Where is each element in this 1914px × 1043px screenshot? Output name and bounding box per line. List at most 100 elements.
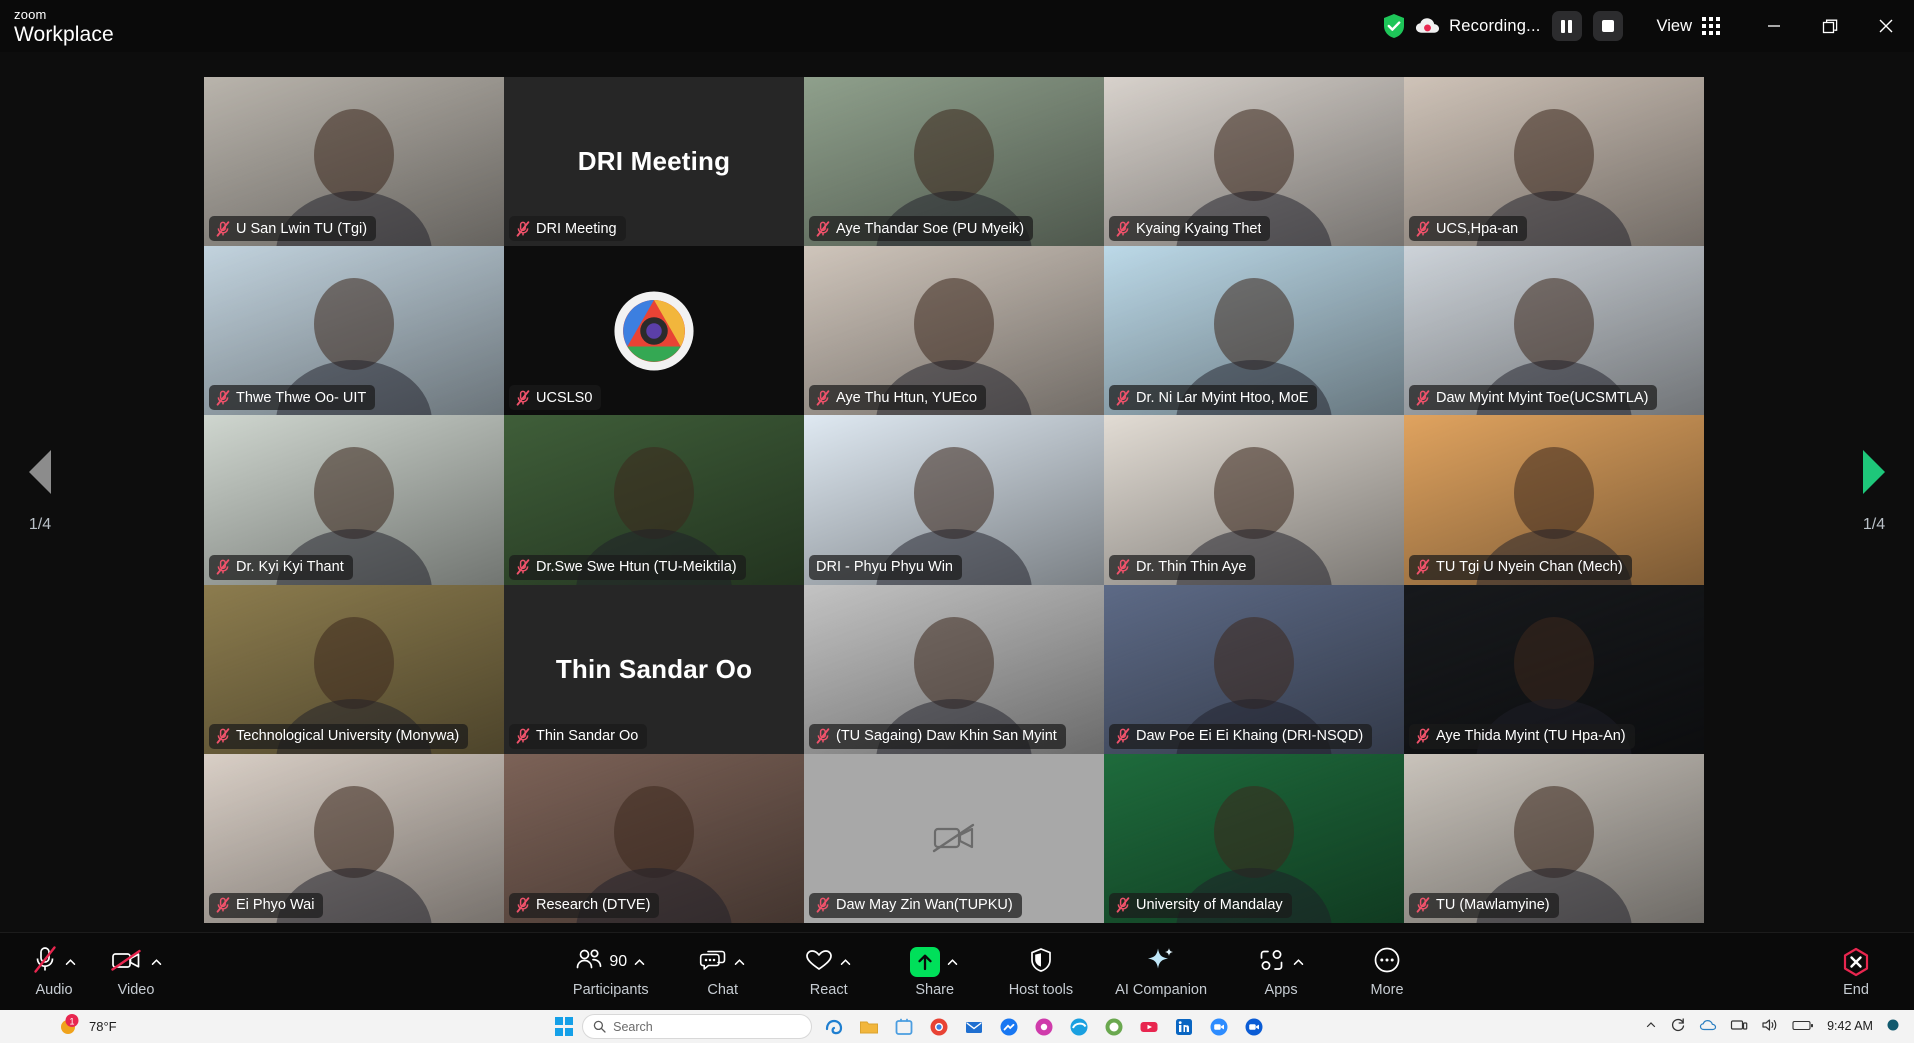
brand-zoom: zoom: [14, 6, 47, 22]
participant-tile[interactable]: Dr. Kyi Kyi Thant: [204, 415, 504, 585]
taskbar-app-copilot[interactable]: [821, 1014, 847, 1040]
participant-name-badge: (TU Sagaing) Daw Khin San Myint: [809, 723, 1066, 749]
taskbar-app-chrome[interactable]: [926, 1014, 952, 1040]
participant-tile[interactable]: UCS,Hpa-an: [1404, 77, 1704, 247]
page-indicator-left: 1/4: [28, 516, 52, 533]
microphone-muted-icon: [816, 728, 830, 744]
view-button[interactable]: View: [1653, 17, 1724, 36]
participant-name: Research (DTVE): [536, 897, 651, 914]
participant-name: Technological University (Monywa): [236, 728, 460, 745]
chat-button[interactable]: Chat: [691, 933, 755, 1011]
participant-tile[interactable]: Research (DTVE): [504, 753, 804, 923]
audio-options-caret-icon[interactable]: [64, 956, 77, 969]
participant-tile[interactable]: Ei Phyo Wai: [204, 753, 504, 923]
onedrive-icon[interactable]: [1699, 1018, 1717, 1035]
chevron-up-icon[interactable]: [1645, 1019, 1657, 1034]
refresh-icon[interactable]: [1670, 1017, 1686, 1036]
clock-time: 9:42 AM: [1827, 1019, 1873, 1034]
participant-tile[interactable]: DRI - Phyu Phyu Win: [804, 415, 1104, 585]
weather-widget[interactable]: 1 78°F: [58, 1013, 117, 1040]
react-label: React: [809, 982, 848, 999]
heart-icon: [805, 948, 833, 977]
react-button[interactable]: React: [797, 933, 861, 1011]
participant-tile[interactable]: Daw May Zin Wan(TUPKU): [804, 753, 1104, 923]
stop-recording-button[interactable]: [1592, 11, 1623, 41]
participant-tile[interactable]: Daw Poe Ei Ei Khaing (DRI-NSQD): [1104, 584, 1404, 754]
participant-tile[interactable]: Aye Thu Htun, YUEco: [804, 246, 1104, 416]
react-caret-icon[interactable]: [839, 956, 852, 969]
previous-page-control[interactable]: 1/4: [0, 52, 80, 932]
chat-caret-icon[interactable]: [733, 956, 746, 969]
participant-tile[interactable]: Dr. Ni Lar Myint Htoo, MoE: [1104, 246, 1404, 416]
participant-tile[interactable]: Technological University (Monywa): [204, 584, 504, 754]
participant-tile[interactable]: U San Lwin TU (Tgi): [204, 77, 504, 247]
taskbar-app-store[interactable]: [891, 1014, 917, 1040]
participant-tile[interactable]: Aye Thandar Soe (PU Myeik): [804, 77, 1104, 247]
microphone-muted-icon: [516, 728, 530, 744]
participant-tile[interactable]: (TU Sagaing) Daw Khin San Myint: [804, 584, 1104, 754]
apps-button[interactable]: Apps: [1249, 933, 1313, 1011]
participant-tile[interactable]: Thin Sandar Oo Thin Sandar Oo: [504, 584, 804, 754]
battery-icon[interactable]: [1792, 1019, 1814, 1035]
taskbar-app-zoom-alt[interactable]: [1101, 1014, 1127, 1040]
share-caret-icon[interactable]: [946, 956, 959, 969]
taskbar-app-edge[interactable]: [1066, 1014, 1092, 1040]
participant-tile[interactable]: Aye Thida Myint (TU Hpa-An): [1404, 584, 1704, 754]
camera-muted-icon: [110, 947, 144, 978]
share-screen-button[interactable]: Share: [903, 933, 967, 1011]
participant-name: U San Lwin TU (Tgi): [236, 220, 368, 237]
pause-recording-button[interactable]: [1551, 11, 1582, 41]
participants-caret-icon[interactable]: [633, 956, 646, 969]
participant-tile[interactable]: DRI Meeting DRI Meeting: [504, 77, 804, 247]
more-dots-icon: [1373, 946, 1401, 979]
microphone-muted-icon: [216, 390, 230, 406]
taskbar-app-youtube[interactable]: [1136, 1014, 1162, 1040]
participant-name-badge: Daw Poe Ei Ei Khaing (DRI-NSQD): [1109, 723, 1373, 749]
notification-bell-icon[interactable]: [1886, 1018, 1900, 1035]
network-icon[interactable]: [1730, 1018, 1748, 1035]
taskbar-app-linkedin[interactable]: [1171, 1014, 1197, 1040]
taskbar-app-photos[interactable]: [1031, 1014, 1057, 1040]
participant-tile[interactable]: Kyaing Kyaing Thet: [1104, 77, 1404, 247]
participant-name: Dr. Ni Lar Myint Htoo, MoE: [1136, 389, 1309, 406]
search-input[interactable]: Search: [582, 1014, 813, 1039]
participant-tile[interactable]: Daw Myint Myint Toe(UCSMTLA): [1404, 246, 1704, 416]
participant-tile[interactable]: Dr.Swe Swe Htun (TU-Meiktila): [504, 415, 804, 585]
audio-label: Audio: [35, 982, 73, 999]
brand-workplace: Workplace: [14, 22, 114, 46]
video-button[interactable]: Video: [104, 933, 168, 1011]
end-meeting-button[interactable]: End: [1824, 933, 1888, 1011]
close-button[interactable]: [1858, 0, 1914, 52]
shield-check-icon[interactable]: [1382, 13, 1406, 39]
host-tools-button[interactable]: Host tools: [1009, 933, 1073, 1011]
video-options-caret-icon[interactable]: [150, 956, 163, 969]
apps-caret-icon[interactable]: [1292, 956, 1305, 969]
participant-name-badge: Kyaing Kyaing Thet: [1109, 216, 1271, 242]
taskbar-app-mail[interactable]: [961, 1014, 987, 1040]
participants-button[interactable]: 90 Participants: [573, 933, 649, 1011]
audio-button[interactable]: Audio: [22, 933, 86, 1011]
ai-companion-button[interactable]: AI Companion: [1115, 933, 1207, 1011]
participant-tile[interactable]: UCSLS0: [504, 246, 804, 416]
taskbar-app-zoom-workplace[interactable]: [1241, 1014, 1267, 1040]
participant-name-badge: U San Lwin TU (Tgi): [209, 216, 377, 242]
taskbar-app-explorer[interactable]: [856, 1014, 882, 1040]
toolbar-center-group: 90 Participants Chat React Share Host to…: [573, 933, 1419, 1011]
restore-button[interactable]: [1802, 0, 1858, 52]
participant-tile[interactable]: Dr. Thin Thin Aye: [1104, 415, 1404, 585]
chat-icon: [699, 948, 727, 977]
volume-icon[interactable]: [1761, 1018, 1779, 1035]
participant-tile[interactable]: University of Mandalay: [1104, 753, 1404, 923]
microphone-muted-icon: [516, 390, 530, 406]
taskbar-clock[interactable]: 9:42 AM: [1827, 1019, 1873, 1033]
participant-tile[interactable]: TU (Mawlamyine): [1404, 753, 1704, 923]
taskbar-app-zoom-active[interactable]: [1206, 1014, 1232, 1040]
more-button[interactable]: More: [1355, 933, 1419, 1011]
participant-tile[interactable]: TU Tgi U Nyein Chan (Mech): [1404, 415, 1704, 585]
participant-tile[interactable]: Thwe Thwe Oo- UIT: [204, 246, 504, 416]
taskbar-app-messenger[interactable]: [996, 1014, 1022, 1040]
next-page-control[interactable]: 1/4: [1834, 52, 1914, 932]
meeting-toolbar: Audio Video 90 Participants Chat React S…: [0, 932, 1914, 1010]
windows-start-icon[interactable]: [554, 1017, 574, 1036]
minimize-button[interactable]: [1746, 0, 1802, 52]
